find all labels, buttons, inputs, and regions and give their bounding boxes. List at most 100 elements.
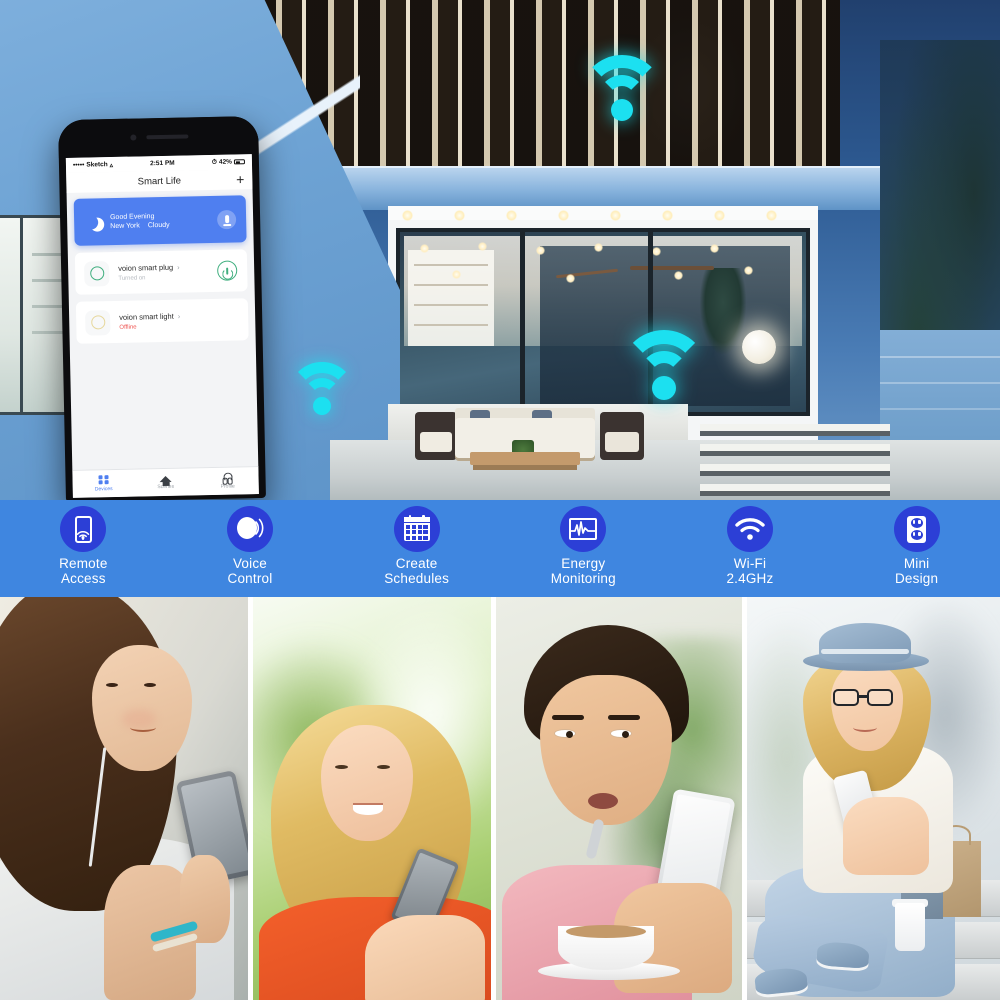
feature-label: Create Schedules xyxy=(384,556,450,586)
grid-icon xyxy=(98,474,109,485)
patio-armchair-right xyxy=(600,412,644,460)
power-outlet-icon xyxy=(893,506,940,552)
device-list: Good Evening New York Cloudy voion smart… xyxy=(67,189,256,344)
status-bar-right: ⏱ 42% xyxy=(212,158,245,167)
home-icon xyxy=(159,475,172,482)
feature-label: Energy Monitoring xyxy=(550,556,616,586)
voice-speech-icon xyxy=(226,506,273,552)
wifi-icon: ▵ xyxy=(109,161,114,169)
person-face xyxy=(92,645,192,771)
add-device-button[interactable]: + xyxy=(236,171,245,187)
device-info: voion smart plug › Turned on xyxy=(118,263,180,282)
greeting-label: Good Evening xyxy=(109,212,155,221)
earpiece-speaker xyxy=(146,134,189,140)
person-pupil xyxy=(621,731,629,738)
device-row-smart-plug[interactable]: voion smart plug › Turned on xyxy=(74,249,248,295)
person-open-mouth xyxy=(587,793,618,809)
fedora-hat xyxy=(819,623,912,663)
person-eye xyxy=(334,765,348,769)
wifi-signal-left-window xyxy=(288,362,356,418)
patio-armchair-left xyxy=(415,412,457,460)
device-name-label: voion smart plug › xyxy=(118,262,180,273)
photo-man-eating-with-phone xyxy=(495,597,743,1000)
phone-nav-bar: Smart Life + xyxy=(66,169,253,193)
power-toggle-button[interactable] xyxy=(217,260,238,281)
smart-light-icon xyxy=(85,309,111,336)
patio-coffee-table xyxy=(470,452,580,465)
photo-teen-with-earphones-and-phone xyxy=(0,597,248,1000)
smartphone-mockup: ••••• Sketch ▵ 2:51 PM ⏱ 42% Smart Life xyxy=(58,115,266,500)
profile-icon xyxy=(222,472,233,482)
eyeglasses-bridge xyxy=(859,695,870,698)
city-label: New York xyxy=(110,221,140,230)
chevron-right-icon: › xyxy=(177,313,181,321)
person-eyebrow xyxy=(607,715,640,720)
front-camera-icon xyxy=(130,134,137,141)
feature-energy-monitoring: Energy Monitoring xyxy=(508,506,658,586)
feature-create-schedules: Create Schedules xyxy=(342,506,492,586)
calendar-icon xyxy=(393,506,440,552)
person-eye xyxy=(144,683,156,687)
soffit-downlights xyxy=(392,210,816,222)
tab-label: Devices xyxy=(94,486,113,493)
feature-mini-design: Mini Design xyxy=(842,506,992,586)
eyeglasses-lens xyxy=(833,689,860,706)
coffee-cup xyxy=(895,903,926,951)
phone-earpiece-area xyxy=(58,115,259,159)
energy-monitor-icon xyxy=(560,506,607,552)
battery-icon xyxy=(233,158,245,165)
feature-label: Remote Access xyxy=(59,556,108,586)
carrier-label: Sketch xyxy=(86,161,108,169)
device-row-smart-light[interactable]: voion smart light › Offline xyxy=(75,298,249,344)
feature-highlight-band: Remote Access Voice Control Create Sched… xyxy=(0,500,1000,597)
pendant-lamp xyxy=(742,330,776,364)
phone-screen: ••••• Sketch ▵ 2:51 PM ⏱ 42% Smart Life xyxy=(65,154,259,498)
microphone-icon[interactable] xyxy=(216,209,237,229)
status-bar-left: ••••• Sketch ▵ xyxy=(73,160,113,169)
clock-label: 2:51 PM xyxy=(150,159,175,168)
feature-wifi-band: Wi-Fi 2.4GHz xyxy=(675,506,825,586)
feature-label: Mini Design xyxy=(894,556,939,586)
device-status-label: Turned on xyxy=(118,275,146,282)
person-smile xyxy=(352,803,383,815)
device-name-label: voion smart light › xyxy=(119,311,181,322)
feature-label: Wi-Fi 2.4GHz xyxy=(726,556,774,586)
greeting-card[interactable]: Good Evening New York Cloudy xyxy=(73,195,247,246)
lifestyle-photo-strip xyxy=(0,597,1000,1000)
smart-plug-icon xyxy=(83,260,110,287)
feature-voice-control: Voice Control xyxy=(175,506,325,586)
person-pupil xyxy=(565,731,573,738)
wifi-icon xyxy=(726,506,773,552)
weather-label: Cloudy xyxy=(147,221,170,229)
person-eyebrow xyxy=(551,715,584,720)
moon-icon xyxy=(82,213,100,231)
person-arm xyxy=(843,797,930,875)
product-listing-image: ••••• Sketch ▵ 2:51 PM ⏱ 42% Smart Life xyxy=(0,0,1000,1000)
photo-woman-outdoors-with-phone xyxy=(252,597,491,1000)
coffee-surface xyxy=(565,925,646,938)
person-eye xyxy=(376,765,390,769)
feature-label: Voice Control xyxy=(227,556,273,586)
tab-devices[interactable]: Devices xyxy=(72,470,135,498)
hat-band xyxy=(821,649,910,654)
device-status-label: Offline xyxy=(119,324,137,331)
smart-home-hero-scene: ••••• Sketch ▵ 2:51 PM ⏱ 42% Smart Life xyxy=(0,0,1000,500)
phone-wifi-icon xyxy=(60,506,107,552)
eyeglasses-lens xyxy=(867,689,894,706)
tab-label: Profile xyxy=(220,483,235,490)
feature-remote-access: Remote Access xyxy=(8,506,158,586)
wifi-signal-upper-balcony xyxy=(580,55,664,123)
tab-profile[interactable]: Profile xyxy=(196,467,259,495)
alarm-icon: ⏱ xyxy=(211,158,217,166)
greeting-text: Good Evening New York Cloudy xyxy=(109,212,170,230)
page-title: Smart Life xyxy=(137,175,182,187)
tab-scenes[interactable]: Scenes xyxy=(134,468,197,496)
wifi-signal-living-room xyxy=(620,330,708,402)
battery-percent-label: 42% xyxy=(218,158,233,166)
chevron-right-icon: › xyxy=(177,264,180,272)
terrace-steps xyxy=(700,418,890,500)
interior-downlights xyxy=(406,240,796,300)
person-smile xyxy=(130,723,156,732)
glass-mullion xyxy=(520,228,525,416)
signal-dots: ••••• xyxy=(72,161,85,169)
